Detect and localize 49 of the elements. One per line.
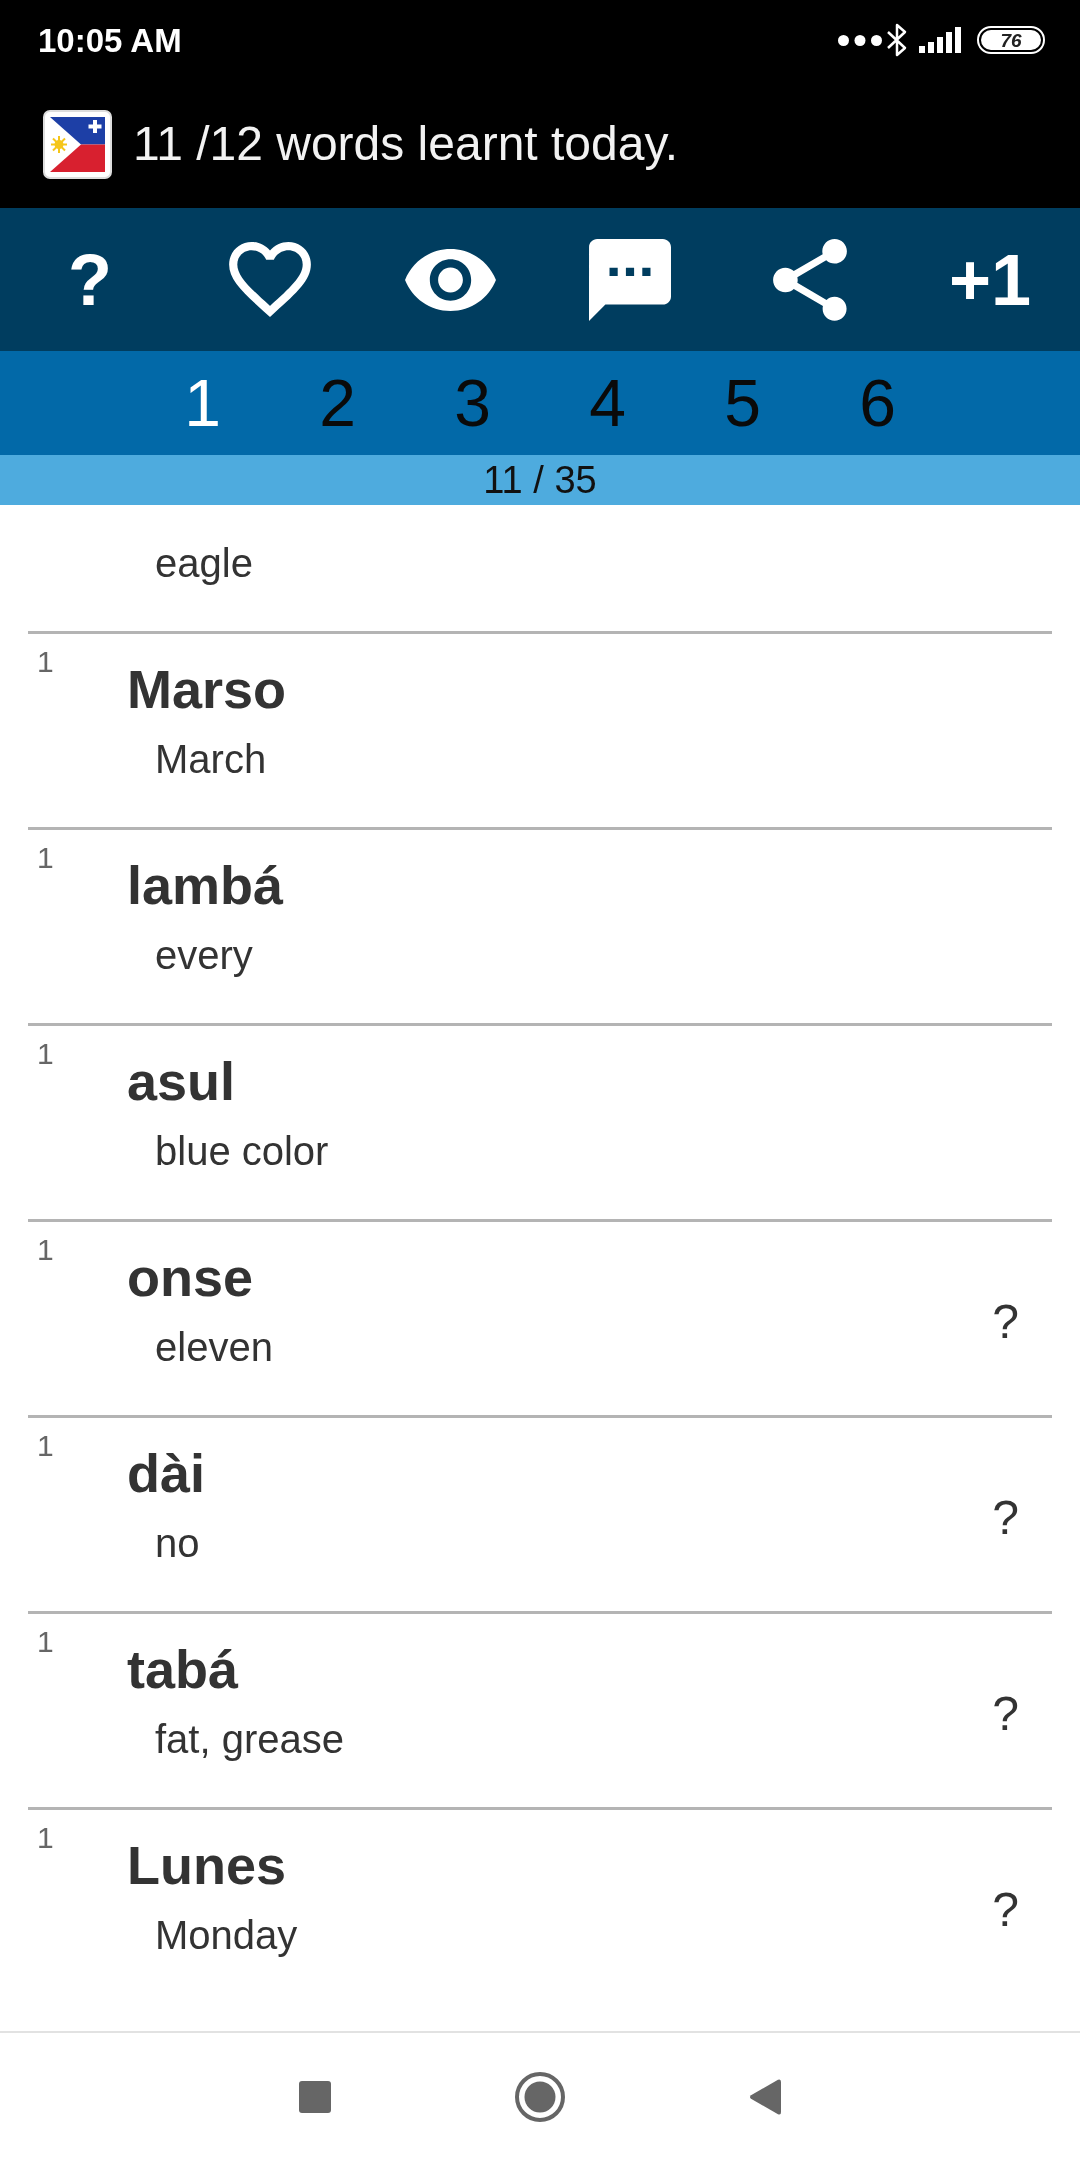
word-text: lambá (127, 855, 284, 915)
word-text: tabá (127, 1639, 239, 1699)
question-mark: ? (992, 1489, 1019, 1546)
translation-text: no (155, 1520, 200, 1566)
translation-text: eagle (155, 540, 253, 586)
dots-icon (838, 34, 882, 46)
eye-icon[interactable] (404, 248, 496, 311)
home-icon[interactable] (515, 2071, 565, 2122)
app-title: 11 /12 words learnt today. (133, 120, 679, 168)
translation-text: eleven (155, 1324, 273, 1370)
review-count: 1 (37, 1625, 54, 1659)
level-tab[interactable]: 1 (135, 370, 270, 436)
question-mark: ? (992, 1293, 1019, 1350)
review-count: 1 (37, 1429, 54, 1463)
flag-icon (43, 109, 112, 179)
word-text: dài (127, 1443, 206, 1503)
translation-text: fat, grease (155, 1716, 344, 1762)
word-text: Marso (127, 659, 287, 719)
help-button[interactable]: ? (68, 243, 112, 316)
question-mark: ? (992, 1881, 1019, 1938)
plus-one-button[interactable]: +1 (948, 243, 1032, 316)
translation-text: every (155, 932, 253, 978)
word-text: onse (127, 1247, 254, 1307)
battery-percent: 76 (1000, 30, 1022, 50)
translation-text: Monday (155, 1912, 298, 1958)
level-tab[interactable]: 4 (540, 370, 675, 436)
heart-icon[interactable] (229, 242, 311, 317)
share-icon[interactable] (773, 238, 847, 321)
review-count: 1 (37, 1821, 54, 1855)
level-tab[interactable]: 3 (405, 370, 540, 436)
level-tab[interactable]: 6 (810, 370, 945, 436)
review-count: 1 (37, 645, 54, 679)
level-tab[interactable]: 5 (675, 370, 810, 436)
recents-icon[interactable] (299, 2080, 331, 2113)
word-text: asul (127, 1051, 236, 1111)
level-tab[interactable]: 2 (270, 370, 405, 436)
question-mark: ? (992, 1685, 1019, 1742)
review-count: 1 (37, 1233, 54, 1267)
status-time: 10:05 AM (38, 23, 182, 57)
word-text: Lunes (127, 1835, 287, 1895)
back-icon[interactable] (749, 2078, 781, 2115)
bluetooth-icon (886, 23, 908, 57)
progress-count: 11 / 35 (483, 458, 597, 503)
translation-text: blue color (155, 1128, 329, 1174)
signal-icon (919, 27, 961, 53)
review-count: 1 (37, 1037, 54, 1071)
review-count: 1 (37, 841, 54, 875)
chat-bubble-icon[interactable] (589, 238, 671, 321)
translation-text: March (155, 736, 267, 782)
